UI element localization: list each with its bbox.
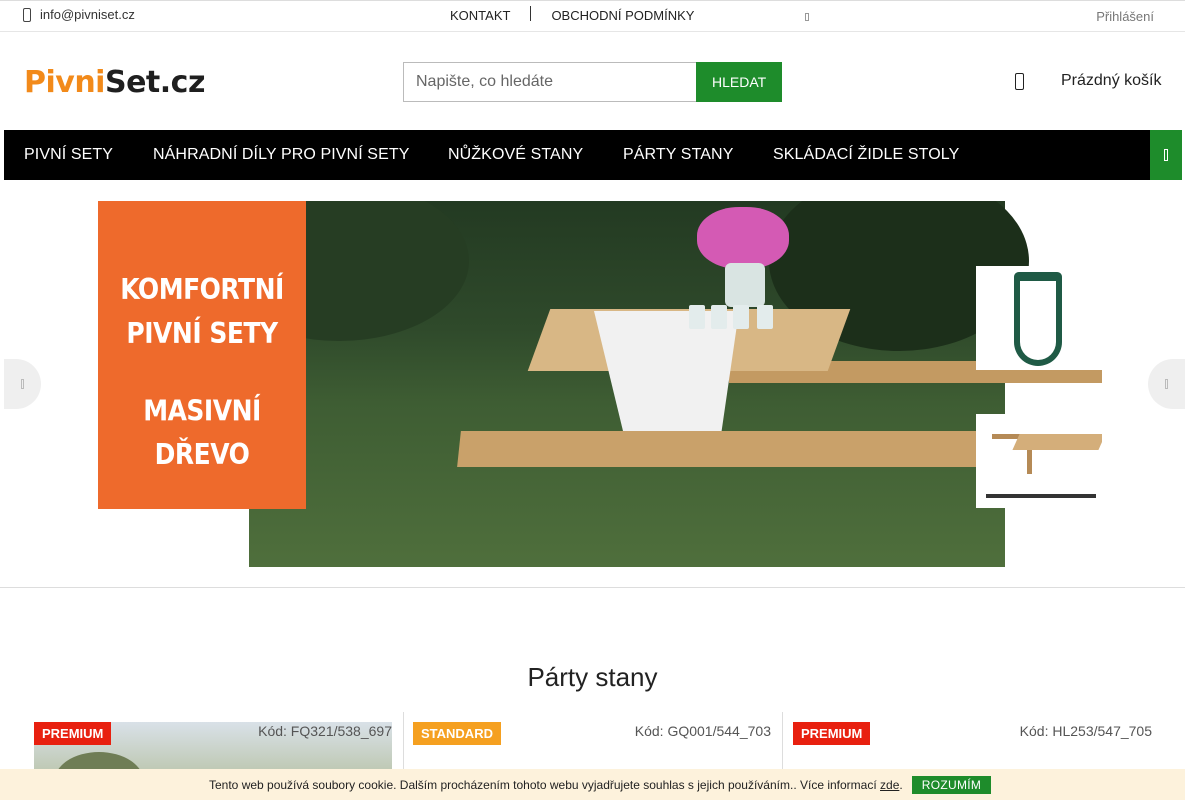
product-code: Kód: FQ321/538_697 bbox=[258, 723, 392, 739]
login-link[interactable]: Přihlášení bbox=[1096, 9, 1154, 24]
product-badge: STANDARD bbox=[413, 722, 501, 745]
cookie-accept-button[interactable]: ROZUMÍM bbox=[912, 776, 991, 794]
menu-icon bbox=[1164, 149, 1168, 161]
search-form: HLEDAT bbox=[403, 62, 782, 102]
banner-line-2: PIVNÍ SETY bbox=[126, 316, 278, 351]
hero-carousel: KOMFORTNÍ PIVNÍ SETY MASIVNÍ DŘEVO bbox=[0, 180, 1185, 588]
banner-line-3: MASIVNÍ DŘEVO bbox=[143, 393, 261, 471]
cookie-bar: Tento web používá soubory cookie. Dalším… bbox=[0, 769, 1185, 800]
section-title: Párty stany bbox=[527, 662, 658, 692]
logo-text-set: Set.cz bbox=[104, 65, 205, 100]
cookie-text: Tento web používá soubory cookie. Dalším… bbox=[209, 778, 903, 792]
nav-item-pivni-sety[interactable]: PIVNÍ SETY bbox=[24, 146, 113, 164]
nav-item-party-stany[interactable]: PÁRTY STANY bbox=[623, 146, 733, 164]
nav-item-skladaci-zidle[interactable]: SKLÁDACÍ ŽIDLE STOLY bbox=[773, 146, 959, 164]
phone-icon bbox=[23, 7, 31, 22]
link-kontakt[interactable]: KONTAKT bbox=[450, 8, 510, 23]
logo-text-pivni: Pivni bbox=[24, 65, 105, 100]
hero-banner[interactable]: KOMFORTNÍ PIVNÍ SETY MASIVNÍ DŘEVO bbox=[98, 201, 1102, 567]
nav-more-button[interactable] bbox=[1150, 130, 1182, 180]
cookie-more-link[interactable]: zde bbox=[880, 778, 899, 792]
cart-icon bbox=[1015, 72, 1024, 90]
top-bar: info@pivniset.cz KONTAKT OBCHODNÍ PODMÍN… bbox=[0, 0, 1185, 32]
banner-line-1: KOMFORTNÍ bbox=[120, 272, 284, 307]
link-obchodni-podminky[interactable]: OBCHODNÍ PODMÍNKY bbox=[551, 8, 694, 23]
product-badge: PREMIUM bbox=[793, 722, 871, 745]
product-badge: PREMIUM bbox=[34, 722, 112, 745]
cart[interactable]: Prázdný košík bbox=[1015, 72, 1161, 90]
dropdown-icon[interactable] bbox=[805, 13, 809, 21]
email-contact[interactable]: info@pivniset.cz bbox=[23, 7, 135, 22]
site-logo[interactable]: PivniSet.cz bbox=[24, 66, 205, 100]
product-code: Kód: HL253/547_705 bbox=[1019, 723, 1152, 739]
top-links: KONTAKT OBCHODNÍ PODMÍNKY bbox=[450, 6, 694, 23]
main-navigation: PIVNÍ SETY NÁHRADNÍ DÍLY PRO PIVNÍ SETY … bbox=[4, 130, 1182, 180]
cart-label: Prázdný košík bbox=[1061, 72, 1162, 89]
banner-thumb-set bbox=[976, 414, 1102, 508]
link-separator bbox=[530, 6, 532, 21]
banner-thumb-frame bbox=[976, 266, 1102, 370]
product-code: Kód: GQ001/544_703 bbox=[634, 723, 771, 739]
banner-photo bbox=[209, 201, 1102, 567]
nav-item-nahradni-dily[interactable]: NÁHRADNÍ DÍLY PRO PIVNÍ SETY bbox=[153, 146, 410, 164]
cookie-message: Tento web používá soubory cookie. Dalším… bbox=[209, 778, 881, 792]
search-input[interactable] bbox=[403, 62, 697, 102]
nav-item-nuzkove-stany[interactable]: NŮŽKOVÉ STANY bbox=[448, 146, 583, 164]
search-button[interactable]: HLEDAT bbox=[696, 62, 782, 102]
email-text: info@pivniset.cz bbox=[40, 7, 135, 22]
chevron-right-icon bbox=[1165, 379, 1168, 389]
cookie-period: . bbox=[899, 778, 903, 792]
chevron-left-icon bbox=[21, 379, 24, 389]
